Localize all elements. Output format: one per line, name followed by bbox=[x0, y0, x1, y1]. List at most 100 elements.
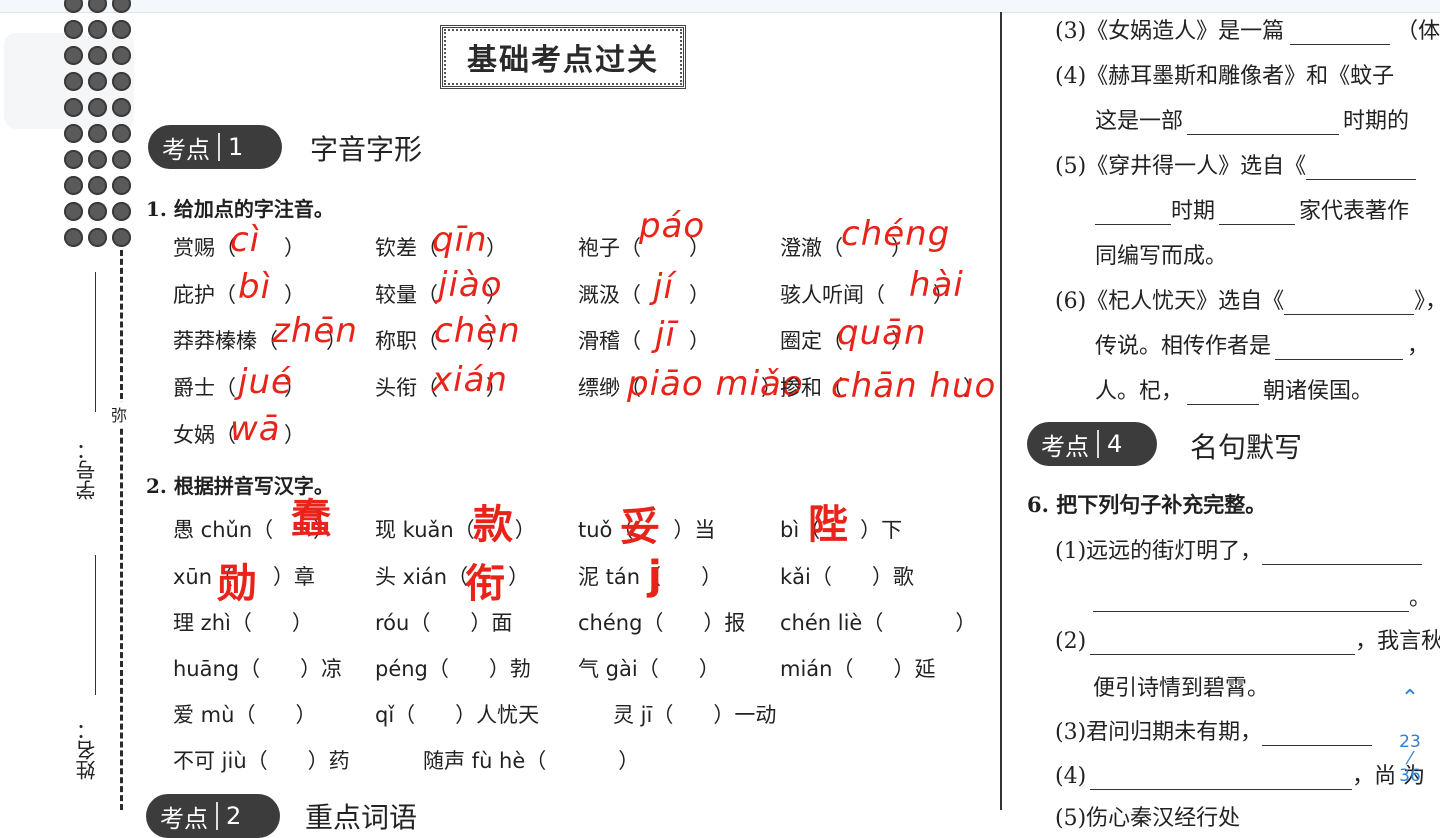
binding-dot bbox=[88, 46, 107, 65]
q2-item-suffix: ） bbox=[698, 657, 720, 681]
q1-item-close: ） bbox=[689, 283, 710, 307]
handwritten-answer: 勋 bbox=[217, 561, 258, 607]
q1-item-word: 袍子（ bbox=[578, 236, 641, 260]
binding-dot bbox=[88, 124, 107, 143]
q1-item: 溉汲（ ） bbox=[578, 279, 710, 309]
binding-dot bbox=[64, 124, 83, 143]
binding-dot bbox=[88, 98, 107, 117]
q2-item-prompt: mián（ bbox=[780, 657, 854, 681]
binding-dots bbox=[64, 0, 134, 250]
q2-item: 理 zhì（ ） bbox=[173, 607, 313, 637]
binding-dot bbox=[88, 72, 107, 91]
q2-item: 随声 fù hè（ ） bbox=[423, 745, 639, 775]
handwritten-answer: 款 bbox=[473, 502, 514, 548]
student-id-label: 学号： bbox=[75, 440, 99, 500]
right-line-4b: 这是一部 时期的 bbox=[1095, 109, 1410, 135]
q6-item-2: (2) ，我言秋 bbox=[1055, 629, 1440, 655]
cut-line bbox=[120, 250, 123, 810]
name-line bbox=[95, 555, 96, 695]
handwritten-answer: j bbox=[648, 553, 663, 599]
q2-item: róu（ ）面 bbox=[375, 607, 512, 637]
binding-dot bbox=[88, 202, 107, 221]
q1-item-word: 头衔（ bbox=[375, 376, 438, 400]
q1-item-close: ） bbox=[486, 236, 507, 260]
binding-dot bbox=[112, 0, 131, 13]
handwritten-answer: bì bbox=[238, 267, 272, 307]
q1-item-word: 赏赐（ bbox=[173, 236, 236, 260]
question-1-label: 1. 给加点的字注音。 bbox=[146, 197, 334, 221]
q6-item-1b: 。 bbox=[1093, 580, 1431, 612]
q2-item-suffix: ）一动 bbox=[713, 703, 777, 727]
right-line-5c: 同编写而成。 bbox=[1095, 244, 1228, 269]
section-title: 基础考点过关 bbox=[467, 43, 659, 78]
q2-item: chén liè（ ） bbox=[780, 607, 976, 637]
viewer-top-bar bbox=[0, 0, 1440, 13]
handwritten-answer: zhēn bbox=[272, 311, 358, 351]
q2-item: 爱 mù（ ） bbox=[173, 699, 316, 729]
q2-item-suffix: ）勃 bbox=[488, 657, 531, 681]
q2-item: 气 gài（ ） bbox=[578, 653, 720, 683]
q2-item-suffix: ）延 bbox=[893, 657, 936, 681]
kaodian-1-badge-label: 考点 bbox=[162, 135, 210, 164]
chevron-up-icon[interactable]: ⌃ bbox=[1392, 688, 1428, 710]
handwritten-answer: páo bbox=[639, 206, 706, 246]
binding-dot bbox=[64, 20, 83, 39]
q1-item-word: 滑稽（ bbox=[578, 329, 641, 353]
q2-item: 不可 jiù（ ）药 bbox=[173, 745, 350, 775]
kaodian-4-badge: 考点 4 bbox=[1027, 422, 1157, 466]
q2-item-suffix: ）当 bbox=[673, 518, 716, 542]
binding-dot bbox=[88, 150, 107, 169]
q1-item-word: 较量（ bbox=[375, 283, 438, 307]
binding-dot bbox=[112, 202, 131, 221]
q2-item-prompt: qǐ（ bbox=[375, 703, 416, 727]
right-line-5b: 时期 家代表著作 bbox=[1095, 193, 1409, 225]
q2-item-prompt: kǎi（ bbox=[780, 565, 832, 589]
binding-dot bbox=[64, 72, 83, 91]
handwritten-answer: hài bbox=[909, 265, 964, 305]
right-line-6c: 人。杞， 朝诸侯国。 bbox=[1095, 379, 1374, 405]
kaodian-2-badge: 考点 2 bbox=[146, 794, 280, 838]
binding-dot bbox=[64, 98, 83, 117]
binding-dot bbox=[112, 72, 131, 91]
q1-item-close: ） bbox=[689, 329, 710, 353]
student-id-line bbox=[95, 272, 96, 412]
kaodian-4-badge-label: 考点 bbox=[1041, 432, 1089, 461]
right-line-4: (4)《赫耳墨斯和雕像者》和《蚊子 bbox=[1055, 64, 1395, 89]
q2-item-suffix: ）报 bbox=[703, 611, 746, 635]
q2-item-prompt: chén liè（ bbox=[780, 611, 884, 635]
q1-item: 滑稽（ ） bbox=[578, 325, 710, 355]
handwritten-answer: piāo miǎo bbox=[627, 364, 804, 404]
q1-item-word: 称职（ bbox=[375, 329, 438, 353]
page-divider bbox=[1000, 12, 1002, 810]
kaodian-1-title: 字音字形 bbox=[310, 133, 423, 166]
q6-item-5: (5)伤心秦汉经行处 bbox=[1055, 806, 1241, 831]
q2-item: péng（ ）勃 bbox=[375, 653, 531, 683]
handwritten-answer: 蠢 bbox=[291, 496, 332, 542]
q2-item-prompt: 气 gài（ bbox=[578, 657, 659, 681]
q2-item: qǐ（ ）人忧天 bbox=[375, 699, 539, 729]
q2-item-prompt: róu（ bbox=[375, 611, 431, 635]
kaodian-1-badge-num: 1 bbox=[218, 133, 243, 161]
handwritten-answer: wā bbox=[230, 409, 281, 449]
handwritten-answer: 妥 bbox=[620, 504, 661, 550]
q2-item: chéng（ ）报 bbox=[578, 607, 745, 637]
q6-item-1: (1)远远的街灯明了， bbox=[1055, 533, 1423, 565]
binding-dot bbox=[64, 176, 83, 195]
q2-item-suffix: ） bbox=[514, 518, 536, 542]
binding-dot bbox=[112, 124, 131, 143]
q2-item-suffix: ）人忧天 bbox=[455, 703, 540, 727]
binding-dot bbox=[112, 176, 131, 195]
q2-item: huāng（ ）凉 bbox=[173, 653, 342, 683]
binding-dot bbox=[112, 20, 131, 39]
handwritten-answer: jué bbox=[238, 362, 293, 402]
kaodian-1-badge: 考点 1 bbox=[148, 125, 282, 169]
kaodian-4-badge-num: 4 bbox=[1097, 430, 1122, 458]
q2-item-suffix: ）药 bbox=[307, 749, 350, 773]
q1-item-close: ） bbox=[284, 423, 305, 447]
q2-item-suffix: ） bbox=[295, 703, 317, 727]
handwritten-answer: chèn bbox=[434, 311, 521, 351]
binding-dot bbox=[88, 20, 107, 39]
q2-item-prompt: péng（ bbox=[375, 657, 449, 681]
q1-item-word: 澄澈（ bbox=[780, 236, 843, 260]
q2-item: mián（ ）延 bbox=[780, 653, 935, 683]
